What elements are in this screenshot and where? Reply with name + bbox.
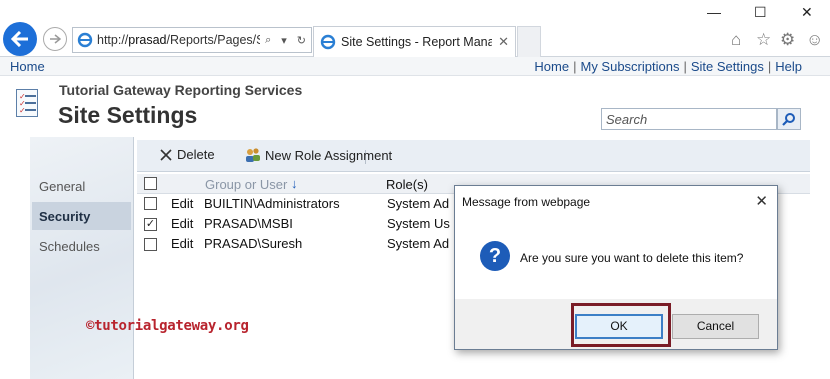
address-bar[interactable]: http://prasad/Reports/Pages/S ⌕ ▾ ↻ <box>72 27 312 53</box>
user-role: System Us <box>387 216 450 231</box>
maximize-button[interactable]: ☐ <box>754 4 767 21</box>
browser-tab[interactable]: Site Settings - Report Mana... ✕ <box>313 26 516 57</box>
dialog-message: Are you sure you want to delete this ite… <box>520 251 744 265</box>
top-links: Home | My Subscriptions | Site Settings | Help <box>534 59 802 74</box>
new-role-label: New Role Assignment <box>265 147 393 163</box>
close-window-button[interactable]: ✕ <box>801 4 813 21</box>
ie-logo-icon <box>77 32 93 48</box>
search-icon <box>782 113 795 126</box>
link-help[interactable]: Help <box>775 59 802 74</box>
tab-close-icon[interactable]: ✕ <box>498 34 509 50</box>
select-all-checkbox[interactable] <box>144 177 157 190</box>
tab-ie-icon <box>320 34 336 50</box>
sidebar-item-security[interactable]: Security <box>32 202 131 230</box>
search-input[interactable]: Search <box>601 108 777 130</box>
site-settings-icon: ✓ ✓ ✓ <box>16 89 38 117</box>
home-icon[interactable]: ⌂ <box>731 30 741 50</box>
forward-button[interactable] <box>43 27 67 51</box>
tab-title: Site Settings - Report Mana... <box>341 35 493 49</box>
column-roles: Role(s) <box>386 177 428 192</box>
sidebar-item-general[interactable]: General <box>32 172 131 200</box>
browser-chrome: http://prasad/Reports/Pages/S ⌕ ▾ ↻ Site… <box>0 0 830 57</box>
forward-arrow-icon <box>50 34 61 44</box>
user-name: PRASAD\Suresh <box>204 236 303 251</box>
edit-link[interactable]: Edit <box>171 216 193 231</box>
smiley-icon[interactable]: ☺ <box>806 30 823 50</box>
address-url: http://prasad/Reports/Pages/S <box>97 33 261 47</box>
page-title: Site Settings <box>58 102 198 128</box>
new-role-assignment-button[interactable]: New Role Assignment <box>244 147 392 163</box>
page-header: ✓ ✓ ✓ Tutorial Gateway Reporting Services … <box>0 76 830 136</box>
row-checkbox[interactable] <box>144 238 157 251</box>
dialog-close-icon[interactable]: ✕ <box>755 192 768 210</box>
user-name: BUILTIN\Administrators <box>204 196 340 211</box>
refresh-icon[interactable]: ↻ <box>297 34 306 47</box>
dialog-title: Message from webpage <box>462 195 591 209</box>
delete-x-icon <box>160 148 172 161</box>
gear-icon[interactable]: ⚙ <box>780 30 795 50</box>
link-separator: | <box>683 59 687 74</box>
search-dropdown-icon[interactable]: ⌕ <box>265 34 271 47</box>
star-icon[interactable]: ☆ <box>756 30 771 50</box>
link-site-settings[interactable]: Site Settings <box>691 59 764 74</box>
cancel-button[interactable]: Cancel <box>672 314 759 339</box>
row-checkbox[interactable] <box>144 197 157 210</box>
link-my-subscriptions[interactable]: My Subscriptions <box>580 59 679 74</box>
user-name: PRASAD\MSBI <box>204 216 293 231</box>
top-link-bar: Home Home | My Subscriptions | Site Settings… <box>0 57 830 76</box>
back-arrow-icon <box>11 31 28 47</box>
delete-label: Delete <box>177 147 215 162</box>
back-button[interactable] <box>3 22 37 56</box>
edit-link[interactable]: Edit <box>171 196 193 211</box>
link-separator: | <box>767 59 772 74</box>
sort-down-icon: ↓ <box>291 176 298 191</box>
search-button[interactable] <box>777 108 801 130</box>
delete-button[interactable]: Delete <box>159 147 215 162</box>
link-home[interactable]: Home <box>534 59 569 74</box>
org-name: Tutorial Gateway Reporting Services <box>59 82 303 98</box>
sidebar-item-schedules[interactable]: Schedules <box>32 232 131 260</box>
user-role: System Ad <box>387 236 450 251</box>
confirm-dialog: Message from webpage ✕ ? Are you sure yo… <box>454 185 778 350</box>
new-tab-button[interactable] <box>517 26 541 57</box>
action-toolbar: Delete New Role Assignment <box>137 140 810 172</box>
row-checkbox-checked[interactable]: ✓ <box>144 218 157 231</box>
minimize-button[interactable]: — <box>707 4 721 20</box>
chevron-down-icon[interactable]: ▾ <box>281 34 287 47</box>
users-icon <box>246 148 260 162</box>
column-group-or-user[interactable]: Group or User <box>205 177 287 192</box>
home-link[interactable]: Home <box>10 59 45 74</box>
watermark: ©tutorialgateway.org <box>86 318 249 334</box>
user-role: System Ad <box>387 196 450 211</box>
link-separator: | <box>573 59 577 74</box>
ok-button[interactable]: OK <box>575 314 663 339</box>
edit-link[interactable]: Edit <box>171 236 193 251</box>
question-icon: ? <box>480 241 510 271</box>
